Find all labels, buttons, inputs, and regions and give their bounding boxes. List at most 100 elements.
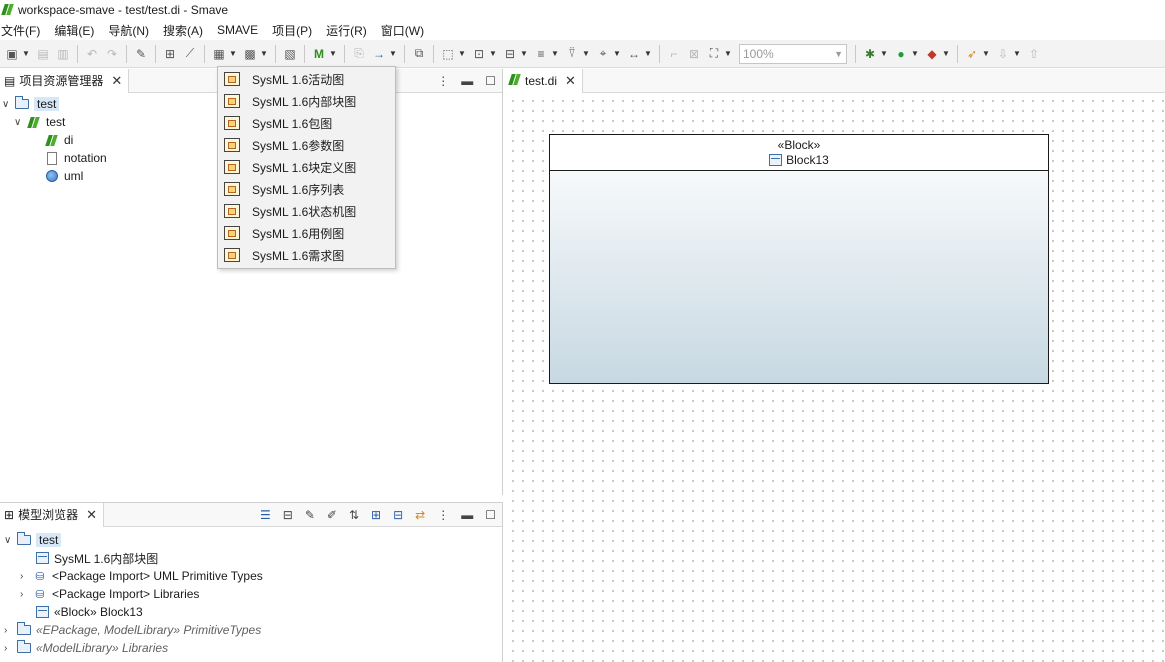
tree-node-uml[interactable]: uml xyxy=(44,167,83,185)
align-icon[interactable]: ≡ xyxy=(532,45,550,63)
next-annotation-dropdown-icon[interactable]: ▼ xyxy=(1013,49,1021,58)
new-diagram-dropdown-icon[interactable]: ▼ xyxy=(229,49,237,58)
rocket-dropdown-icon[interactable]: ▼ xyxy=(982,49,990,58)
tree-node-primitive-types[interactable]: › «EPackage, ModelLibrary» PrimitiveType… xyxy=(4,621,261,639)
minimize-icon[interactable]: ▬ xyxy=(461,508,473,522)
menu-item-use-case-diagram[interactable]: SysML 1.6用例图 xyxy=(218,222,395,244)
chevron-right-icon[interactable]: › xyxy=(20,571,32,582)
layout-icon[interactable]: ⊟ xyxy=(501,45,519,63)
properties-icon[interactable]: ✐ xyxy=(327,508,337,522)
tree-view-icon[interactable]: ⊟ xyxy=(283,508,293,522)
arrow-dropdown-icon[interactable]: ▼ xyxy=(389,49,397,58)
external-tools-icon[interactable]: ◆ xyxy=(923,45,941,63)
tree-node-di[interactable]: di xyxy=(44,131,73,149)
tree-node-model[interactable]: ∨ test xyxy=(14,113,65,131)
view-menu-icon[interactable]: ⋮ xyxy=(437,508,449,522)
close-icon[interactable]: ✕ xyxy=(111,73,122,89)
brush-icon[interactable]: ⟋ xyxy=(181,45,199,63)
tree-node-ibd[interactable]: SysML 1.6内部块图 xyxy=(34,549,158,567)
smave-icon[interactable]: M xyxy=(310,45,328,63)
zoom-combo[interactable]: 100% ▼ xyxy=(739,43,847,64)
chevron-down-icon[interactable]: ∨ xyxy=(14,117,26,128)
next-annotation-icon[interactable]: ⇩ xyxy=(994,45,1012,63)
menu-navigate[interactable]: 导航(N) xyxy=(107,22,156,39)
menu-item-package-diagram[interactable]: SysML 1.6包图 xyxy=(218,112,395,134)
clipboard-icon[interactable]: ▧ xyxy=(281,45,299,63)
chevron-down-icon[interactable]: ∨ xyxy=(4,535,16,546)
external-tools-dropdown-icon[interactable]: ▼ xyxy=(942,49,950,58)
run-dropdown-icon[interactable]: ▼ xyxy=(911,49,919,58)
tree-node-package-import-libs[interactable]: › ⛁ <Package Import> Libraries xyxy=(20,585,199,603)
maximize-icon[interactable]: ☐ xyxy=(485,508,496,522)
tree-node-notation[interactable]: notation xyxy=(44,149,107,167)
chevron-right-icon[interactable]: › xyxy=(4,643,16,654)
chevron-right-icon[interactable]: › xyxy=(20,589,32,600)
menu-item-state-machine-diagram[interactable]: SysML 1.6状态机图 xyxy=(218,200,395,222)
smave-dropdown-icon[interactable]: ▼ xyxy=(329,49,337,58)
collapse-all-icon[interactable]: ⊟ xyxy=(393,508,403,522)
diagram-canvas[interactable]: «Block» Block13 xyxy=(505,93,1165,662)
layout-dropdown-icon[interactable]: ▼ xyxy=(520,49,528,58)
arrange-icon[interactable]: ⊡ xyxy=(470,45,488,63)
copy-format-icon[interactable]: ⧉ xyxy=(410,45,428,63)
hierarchy-icon[interactable]: ⊞ xyxy=(161,45,179,63)
debug-icon[interactable]: ✱ xyxy=(861,45,879,63)
new-dropdown-icon[interactable]: ▼ xyxy=(22,49,30,58)
expand-all-icon[interactable]: ⊞ xyxy=(371,508,381,522)
menu-item-activity-diagram[interactable]: SysML 1.6活动图 xyxy=(218,68,395,90)
menu-item-internal-block-diagram[interactable]: SysML 1.6内部块图 xyxy=(218,90,395,112)
tree-node-libraries[interactable]: › «ModelLibrary» Libraries xyxy=(4,639,168,657)
editor-tab-test-di[interactable]: test.di ✕ xyxy=(505,68,583,93)
redo-icon[interactable]: ↷ xyxy=(103,45,121,63)
connect-icon[interactable]: ⎘ xyxy=(350,45,368,63)
tree-node-block13[interactable]: «Block» Block13 xyxy=(34,603,143,621)
table-dropdown-icon[interactable]: ▼ xyxy=(260,49,268,58)
rocket-icon[interactable]: ➶ xyxy=(963,45,981,63)
route-dropdown-icon[interactable]: ▼ xyxy=(613,49,621,58)
menu-smave[interactable]: SMAVE xyxy=(216,23,265,37)
menu-item-requirement-diagram[interactable]: SysML 1.6需求图 xyxy=(218,244,395,266)
edit-icon[interactable]: ✎ xyxy=(305,508,315,522)
snap-icon[interactable]: ⌐ xyxy=(665,45,683,63)
select-all-icon[interactable]: ⬚ xyxy=(439,45,457,63)
same-size-icon[interactable]: ↔ xyxy=(625,45,643,63)
align-dropdown-icon[interactable]: ▼ xyxy=(551,49,559,58)
tree-node-package-import-uml[interactable]: › ⛁ <Package Import> UML Primitive Types xyxy=(20,567,263,585)
maximize-icon[interactable]: ☐ xyxy=(485,74,496,88)
prev-annotation-icon[interactable]: ⇧ xyxy=(1025,45,1043,63)
debug-dropdown-icon[interactable]: ▼ xyxy=(880,49,888,58)
menu-file[interactable]: 文件(F) xyxy=(0,22,47,39)
route-icon[interactable]: ⌖ xyxy=(594,45,612,63)
menu-run[interactable]: 运行(R) xyxy=(325,22,374,39)
filter-dropdown-icon[interactable]: ▼ xyxy=(582,49,590,58)
tree-node-project[interactable]: ∨ test xyxy=(2,95,60,113)
fit-dropdown-icon[interactable]: ▼ xyxy=(724,49,732,58)
sort-icon[interactable]: ⇅ xyxy=(349,508,359,522)
link-editor-icon[interactable]: ⇄ xyxy=(415,508,425,522)
run-icon[interactable]: ● xyxy=(892,45,910,63)
menu-item-parametric-diagram[interactable]: SysML 1.6参数图 xyxy=(218,134,395,156)
block-shape[interactable]: «Block» Block13 xyxy=(549,134,1049,384)
project-explorer-tab[interactable]: ▤ 项目资源管理器 ✕ xyxy=(0,68,130,93)
save-all-icon[interactable]: ▥ xyxy=(54,45,72,63)
save-icon[interactable]: ▤ xyxy=(34,45,52,63)
new-icon[interactable]: ▣ xyxy=(3,45,21,63)
fit-icon[interactable]: ⛶ xyxy=(705,45,723,63)
arrange-dropdown-icon[interactable]: ▼ xyxy=(489,49,497,58)
filter-icon[interactable]: ⍢ xyxy=(563,45,581,63)
close-icon[interactable]: ✕ xyxy=(86,507,97,523)
menu-project[interactable]: 项目(P) xyxy=(271,22,319,39)
same-size-dropdown-icon[interactable]: ▼ xyxy=(644,49,652,58)
menu-window[interactable]: 窗口(W) xyxy=(380,22,431,39)
menu-edit[interactable]: 编辑(E) xyxy=(53,22,101,39)
table-icon[interactable]: ▩ xyxy=(241,45,259,63)
minimize-icon[interactable]: ▬ xyxy=(461,74,473,88)
chevron-right-icon[interactable]: › xyxy=(4,625,16,636)
pencil-icon[interactable]: ✎ xyxy=(132,45,150,63)
new-diagram-icon[interactable]: ▦ xyxy=(210,45,228,63)
view-menu-icon[interactable]: ⋮ xyxy=(437,74,449,88)
grid-icon[interactable]: ⊠ xyxy=(685,45,703,63)
close-icon[interactable]: ✕ xyxy=(565,73,576,89)
list-view-icon[interactable]: ☰ xyxy=(260,508,271,522)
menu-item-sequence-table[interactable]: SysML 1.6序列表 xyxy=(218,178,395,200)
